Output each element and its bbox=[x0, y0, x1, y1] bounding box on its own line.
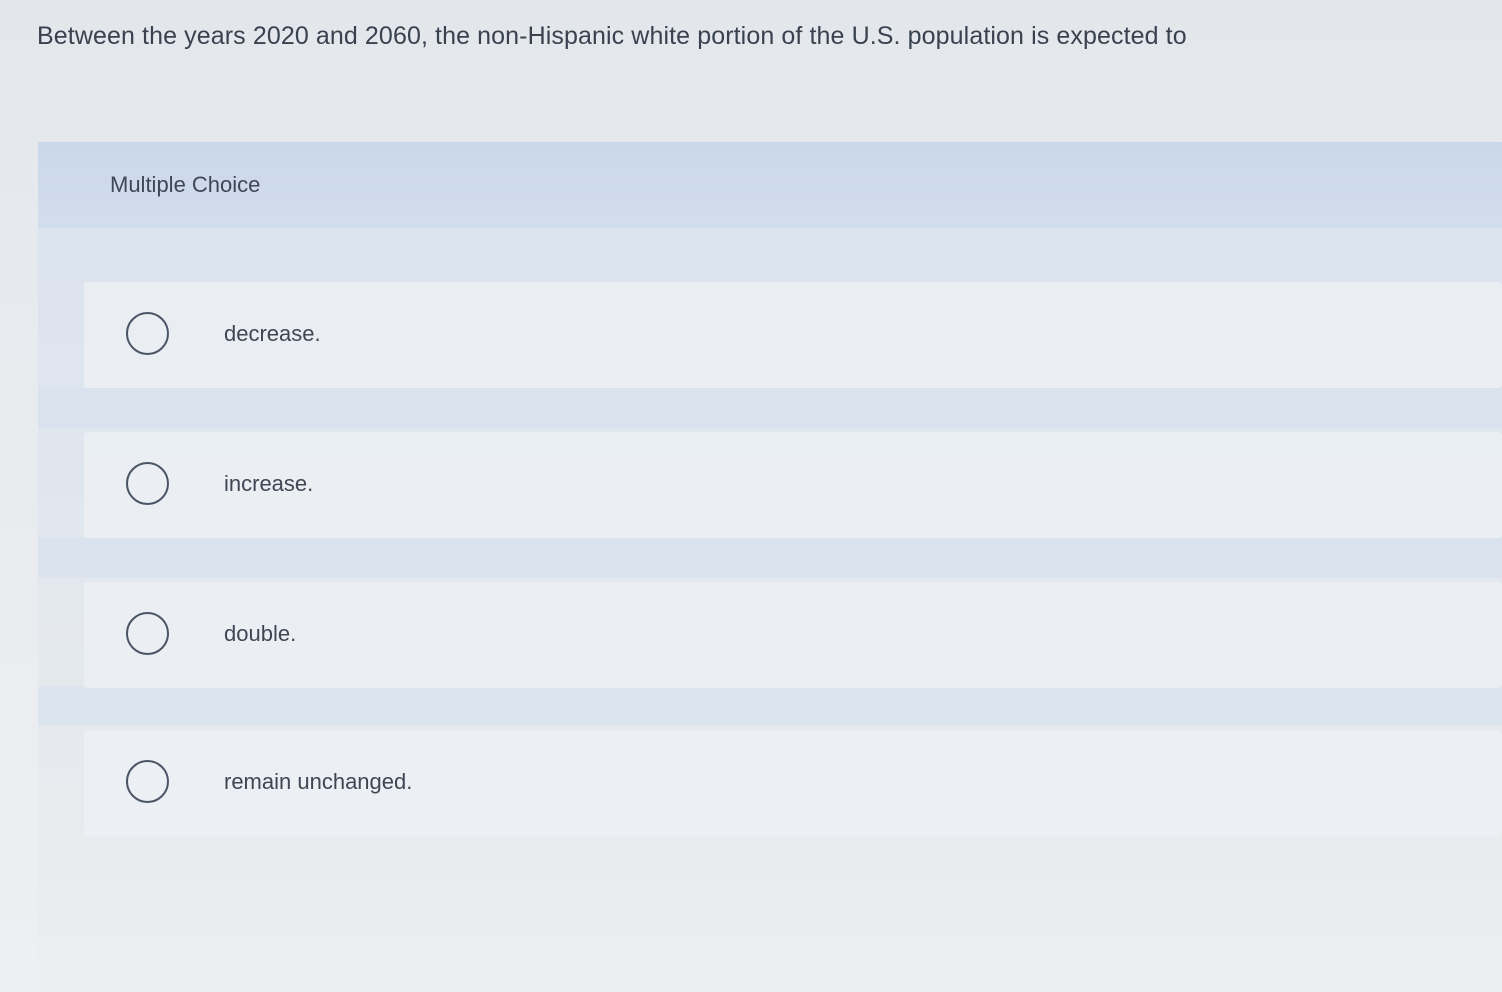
option-label: decrease. bbox=[224, 321, 321, 346]
multiple-choice-panel: Multiple Choice decrease. increase. doub… bbox=[38, 142, 1502, 992]
row-separator bbox=[38, 388, 1502, 428]
option-decrease[interactable]: decrease. bbox=[84, 282, 1502, 388]
option-increase[interactable]: increase. bbox=[84, 432, 1502, 538]
row-separator bbox=[38, 686, 1502, 726]
option-label: remain unchanged. bbox=[224, 769, 413, 794]
radio-button-icon[interactable] bbox=[126, 612, 169, 655]
option-remain-unchanged[interactable]: remain unchanged. bbox=[84, 730, 1502, 836]
question-text: Between the years 2020 and 2060, the non… bbox=[37, 22, 1187, 50]
row-separator bbox=[38, 538, 1502, 578]
option-double[interactable]: double. bbox=[84, 582, 1502, 688]
option-label: increase. bbox=[224, 471, 314, 496]
option-label: double. bbox=[224, 621, 297, 646]
radio-button-icon[interactable] bbox=[126, 760, 169, 803]
radio-button-icon[interactable] bbox=[126, 462, 169, 505]
multiple-choice-label: Multiple Choice bbox=[110, 172, 261, 197]
multiple-choice-header: Multiple Choice bbox=[38, 142, 1502, 228]
radio-button-icon[interactable] bbox=[126, 312, 169, 355]
